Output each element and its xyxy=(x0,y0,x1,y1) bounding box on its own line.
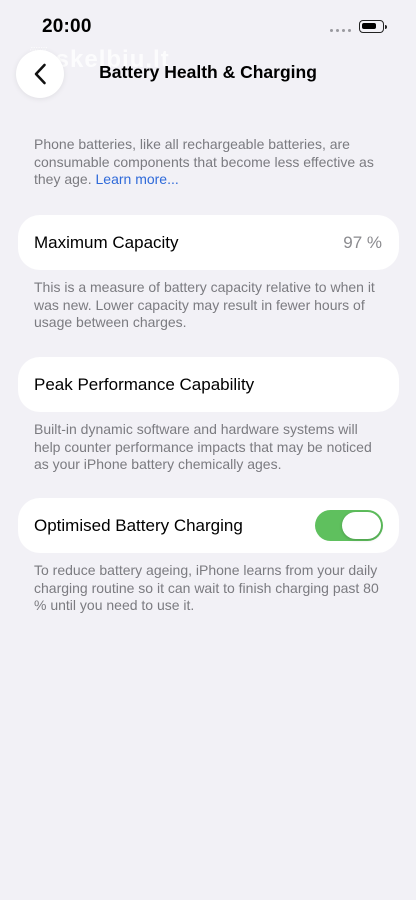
status-time: 20:00 xyxy=(42,16,92,37)
optimised-charging-description: To reduce battery ageing, iPhone learns … xyxy=(34,562,379,613)
maximum-capacity-label: Maximum Capacity xyxy=(34,233,179,252)
toggle-knob xyxy=(342,512,381,539)
battery-tip xyxy=(384,24,387,29)
maximum-capacity-value: 97 % xyxy=(343,233,382,252)
maximum-capacity-row: Maximum Capacity 97 % xyxy=(18,215,399,270)
optimised-charging-label: Optimised Battery Charging xyxy=(34,516,243,535)
intro-description: Phone batteries, like all rechargeable b… xyxy=(34,136,374,187)
intro-text: Phone batteries, like all rechargeable b… xyxy=(34,136,384,189)
maximum-capacity-description: This is a measure of battery capacity re… xyxy=(34,279,375,330)
optimised-charging-row: Optimised Battery Charging xyxy=(18,498,399,553)
battery-icon xyxy=(359,20,387,33)
optimised-charging-toggle[interactable] xyxy=(315,510,383,541)
learn-more-link[interactable]: Learn more... xyxy=(96,171,179,187)
status-bar: 20:00 xyxy=(0,0,416,52)
peak-performance-description: Built-in dynamic software and hardware s… xyxy=(34,421,372,472)
battery-health-screen: 20:00 ▒ skelbiu.lt Battery Health & Char… xyxy=(0,0,416,900)
page-title: Battery Health & Charging xyxy=(99,62,317,82)
peak-performance-row[interactable]: Peak Performance Capability xyxy=(18,357,399,412)
battery-level-fill xyxy=(362,23,377,29)
cellular-signal-icon xyxy=(330,29,352,33)
peak-performance-label: Peak Performance Capability xyxy=(34,375,255,394)
